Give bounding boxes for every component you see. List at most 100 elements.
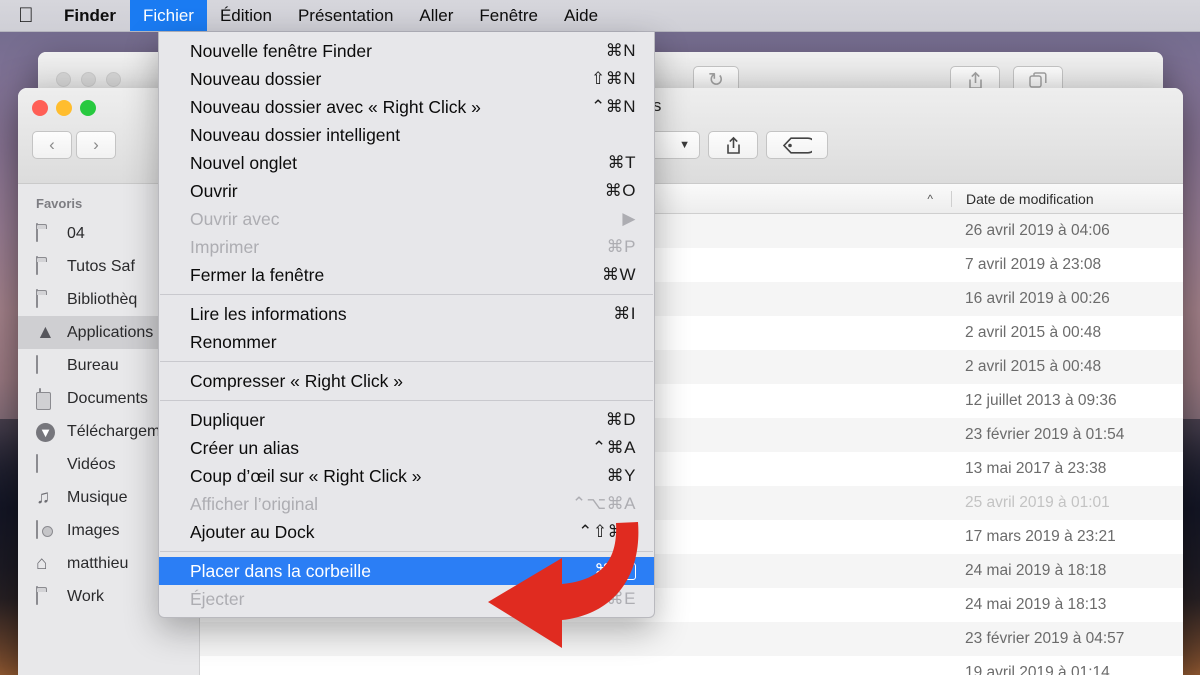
menu-item-label: Ouvrir bbox=[190, 180, 238, 201]
menu-item-shortcut: ⌃⇧⌘T bbox=[578, 522, 636, 541]
menubar-item-fichier[interactable]: Fichier bbox=[129, 0, 207, 31]
file-date-cell: 23 février 2019 à 04:57 bbox=[965, 630, 1125, 647]
sidebar-item-label: Work bbox=[67, 587, 105, 605]
sidebar-item-label: Vidéos bbox=[67, 455, 116, 473]
sidebar-item-label: Applications bbox=[67, 323, 154, 341]
toolbar-right-group: ⚙ ▼ bbox=[628, 131, 828, 159]
menubar-label: Fichier bbox=[142, 5, 194, 25]
apple-menu[interactable]:  bbox=[0, 0, 50, 31]
menu-separator bbox=[160, 400, 653, 401]
share-button[interactable] bbox=[708, 131, 758, 159]
sidebar-item-label: matthieu bbox=[67, 554, 129, 572]
minimize-button[interactable] bbox=[56, 100, 72, 116]
menubar-label: Aller bbox=[419, 5, 454, 25]
delete-key-icon: ✕ bbox=[609, 562, 636, 580]
zoom-button[interactable] bbox=[80, 100, 96, 116]
menu-item-dupliquer[interactable]: Dupliquer ⌘D bbox=[159, 406, 654, 434]
menu-item-label: Fermer la fenêtre bbox=[190, 264, 325, 285]
music-icon: ♫ bbox=[36, 486, 51, 508]
file-date-cell: 17 mars 2019 à 23:21 bbox=[965, 528, 1116, 545]
chevron-down-icon: ▼ bbox=[679, 139, 690, 151]
menu-item-placer-dans-la-corbeille[interactable]: Placer dans la corbeille ⌘ ✕ bbox=[159, 557, 654, 585]
folder-icon bbox=[36, 255, 58, 277]
menubar-label: Présentation bbox=[297, 5, 394, 25]
menubar-label: Édition bbox=[219, 5, 272, 25]
menu-item-shortcut: ⌘T bbox=[607, 153, 636, 172]
column-header-date[interactable]: Date de modification bbox=[951, 190, 1183, 207]
sidebar-item-label: Musique bbox=[67, 488, 128, 506]
menu-item-shortcut: ⌘O bbox=[604, 181, 636, 200]
submenu-arrow-icon: ▶ bbox=[622, 209, 636, 228]
fichier-dropdown-menu[interactable]: Nouvelle fenêtre Finder ⌘N Nouveau dossier… bbox=[158, 32, 655, 618]
close-button[interactable] bbox=[32, 100, 48, 116]
menu-item-coup-d-il-sur-right-click[interactable]: Coup d’œil sur « Right Click » ⌘Y bbox=[159, 462, 654, 490]
menubar-item-presentation[interactable]: Présentation bbox=[285, 0, 406, 31]
tags-button[interactable] bbox=[766, 131, 828, 159]
menu-item-nouveau-dossier-intelligent[interactable]: Nouveau dossier intelligent bbox=[159, 121, 654, 149]
file-date-cell: 25 avril 2019 à 01:01 bbox=[965, 494, 1110, 511]
menu-item-shortcut: ⌘N bbox=[605, 41, 636, 60]
apple-logo-icon:  bbox=[18, 5, 36, 26]
file-date-cell: 16 avril 2019 à 00:26 bbox=[965, 290, 1110, 307]
menu-item-label: Imprimer bbox=[190, 236, 260, 257]
menu-item-shortcut: ⌘D bbox=[605, 410, 636, 429]
menu-item-imprimer: Imprimer ⌘P bbox=[159, 233, 654, 261]
menubar-label: Aide bbox=[564, 5, 599, 25]
menu-item-label: Nouveau dossier avec « Right Click » bbox=[190, 96, 481, 117]
menu-item-label: Nouvel onglet bbox=[190, 152, 298, 173]
menu-item-ouvrir[interactable]: Ouvrir ⌘O bbox=[159, 177, 654, 205]
table-row[interactable]: 23 février 2019 à 04:57 bbox=[200, 622, 1183, 656]
menu-item-shortcut: ⌃⌘A bbox=[591, 438, 636, 457]
menubar-item-finder[interactable]: Finder bbox=[50, 0, 130, 31]
menu-item-compresser-right-click[interactable]: Compresser « Right Click » bbox=[159, 367, 654, 395]
tag-icon bbox=[782, 136, 812, 154]
chevron-right-icon: › bbox=[93, 135, 99, 154]
documents-icon bbox=[36, 387, 58, 409]
menu-item-nouveau-dossier[interactable]: Nouveau dossier ⇧⌘N bbox=[159, 65, 654, 93]
menu-item-nouvel-onglet[interactable]: Nouvel onglet ⌘T bbox=[159, 149, 654, 177]
file-date-cell: 13 mai 2017 à 23:38 bbox=[965, 460, 1107, 477]
menu-item-shortcut: ⌘Y bbox=[606, 466, 636, 485]
menu-item-label: Nouveau dossier bbox=[190, 68, 322, 89]
menubar-item-edition[interactable]: Édition bbox=[207, 0, 285, 31]
share-icon bbox=[968, 71, 982, 89]
menubar-item-aide[interactable]: Aide bbox=[551, 0, 611, 31]
menu-item-ajouter-au-dock[interactable]: Ajouter au Dock ⌃⇧⌘T bbox=[159, 518, 654, 546]
menu-item-label: Créer un alias bbox=[190, 437, 299, 458]
table-row[interactable]: 19 avril 2019 à 01:14 bbox=[200, 656, 1183, 675]
pictures-icon bbox=[36, 519, 58, 541]
menu-item-label: Compresser « Right Click » bbox=[190, 370, 403, 391]
folder-icon bbox=[36, 288, 58, 310]
menubar-item-fenetre[interactable]: Fenêtre bbox=[466, 0, 551, 31]
sidebar-item-label: Images bbox=[67, 521, 120, 539]
sidebar-item-label: Documents bbox=[67, 389, 148, 407]
menu-bar:  Finder Fichier Édition Présentation Al… bbox=[0, 0, 1200, 32]
forward-button[interactable]: › bbox=[76, 131, 116, 159]
sort-ascending-icon: ^ bbox=[927, 191, 933, 206]
menu-item-renommer[interactable]: Renommer bbox=[159, 328, 654, 356]
menu-item-lire-les-informations[interactable]: Lire les informations ⌘I bbox=[159, 300, 654, 328]
menu-item-label: Dupliquer bbox=[190, 409, 265, 430]
menu-item-nouveau-dossier-avec-right-click[interactable]: Nouveau dossier avec « Right Click » ⌃⌘N bbox=[159, 93, 654, 121]
sidebar-item-label: Bureau bbox=[67, 356, 119, 374]
menu-item-label: Coup d’œil sur « Right Click » bbox=[190, 465, 422, 486]
traffic-lights bbox=[32, 100, 96, 116]
back-button[interactable]: ‹ bbox=[32, 131, 72, 159]
menu-item-label: Renommer bbox=[190, 331, 277, 352]
bg-traffic-light-close[interactable] bbox=[56, 72, 71, 87]
menu-item-label: Nouvelle fenêtre Finder bbox=[190, 40, 372, 61]
menubar-item-aller[interactable]: Aller bbox=[406, 0, 466, 31]
menu-item-créer-un-alias[interactable]: Créer un alias ⌃⌘A bbox=[159, 434, 654, 462]
home-icon: ⌂ bbox=[36, 552, 48, 574]
sidebar-item-label: Bibliothèq bbox=[67, 290, 138, 308]
file-date-cell: 26 avril 2019 à 04:06 bbox=[965, 222, 1110, 239]
menu-item-shortcut: ⌃⌥⌘A bbox=[571, 494, 636, 513]
file-date-cell: 12 juillet 2013 à 09:36 bbox=[965, 392, 1117, 409]
menu-item-label: Ouvrir avec bbox=[190, 208, 280, 229]
nav-buttons: ‹ › bbox=[32, 131, 116, 159]
bg-traffic-light-minimize[interactable] bbox=[81, 72, 96, 87]
menu-item-nouvelle-fenêtre-finder[interactable]: Nouvelle fenêtre Finder ⌘N bbox=[159, 37, 654, 65]
menu-item-fermer-la-fenêtre[interactable]: Fermer la fenêtre ⌘W bbox=[159, 261, 654, 289]
bg-traffic-light-zoom[interactable] bbox=[106, 72, 121, 87]
file-date-cell: 7 avril 2019 à 23:08 bbox=[965, 256, 1102, 273]
